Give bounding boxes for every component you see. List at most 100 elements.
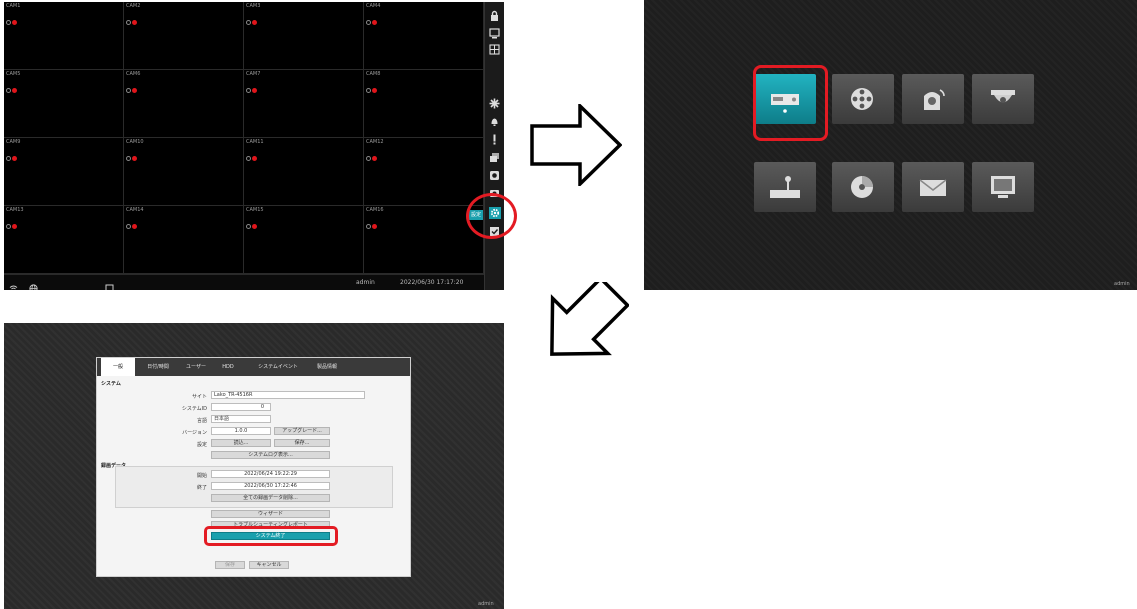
system-id-stepper[interactable]: 0 xyxy=(211,403,271,411)
camera-tile[interactable]: CAM13 xyxy=(4,206,124,274)
menu-network[interactable] xyxy=(902,162,964,212)
language-select[interactable]: 日本語 xyxy=(211,415,271,423)
tab-user[interactable]: ユーザー xyxy=(179,358,213,376)
network-icon xyxy=(919,179,947,196)
camera-status xyxy=(6,10,18,29)
bell-icon[interactable] xyxy=(489,116,500,127)
camera-label: CAM7 xyxy=(246,71,261,77)
camera-tile[interactable]: CAM5 xyxy=(4,70,124,138)
camera-label: CAM16 xyxy=(366,207,384,213)
alert-icon[interactable] xyxy=(489,134,500,145)
camera-tile[interactable]: CAM14 xyxy=(124,206,244,274)
wifi-icon xyxy=(9,278,18,290)
settings-user: admin xyxy=(478,601,494,607)
tab-general[interactable]: 一般 xyxy=(101,358,135,376)
cancel-button[interactable]: キャンセル xyxy=(249,561,289,569)
camera-group-icon[interactable] xyxy=(489,152,500,163)
recording-icon xyxy=(132,88,137,93)
schedule-icon xyxy=(126,224,131,229)
ptz-camera-icon xyxy=(924,89,945,110)
shutdown-highlight-box xyxy=(204,526,338,546)
camera-label: CAM2 xyxy=(126,3,141,9)
camera-status xyxy=(126,10,138,29)
camera-label: CAM4 xyxy=(366,3,381,9)
keyboard-controller-icon xyxy=(770,176,800,198)
camera-tile[interactable]: CAM8 xyxy=(364,70,484,138)
tab-system-event[interactable]: システムイベント xyxy=(247,358,309,376)
camera-status xyxy=(6,146,18,165)
menu-device[interactable] xyxy=(754,162,816,212)
site-field[interactable]: Lako_TR-4516R xyxy=(211,391,365,399)
recording-icon xyxy=(252,224,257,229)
record-icon[interactable] xyxy=(489,170,500,181)
globe-icon xyxy=(29,278,38,290)
camera-tile[interactable]: CAM10 xyxy=(124,138,244,206)
start-value: 2022/06/24 19:22:29 xyxy=(211,470,330,478)
end-label: 終了 xyxy=(196,485,207,491)
section-system-title: システム xyxy=(101,381,121,387)
camera-tile[interactable]: CAM1 xyxy=(4,2,124,70)
upgrade-button[interactable]: アップグレード... xyxy=(274,427,330,435)
camera-status xyxy=(126,146,138,165)
menu-ptz[interactable] xyxy=(902,74,964,124)
system-id-label: システムID xyxy=(181,406,207,412)
camera-label: CAM1 xyxy=(6,3,21,9)
camera-label: CAM14 xyxy=(126,207,144,213)
settings-screen: 一般 日付/時間 ユーザー HDD システムイベント 製品情報 システム サイト… xyxy=(4,323,504,609)
system-log-button[interactable]: システムログ表示... xyxy=(211,451,330,459)
lock-icon[interactable] xyxy=(489,10,500,21)
camera-tile[interactable]: CAM11 xyxy=(244,138,364,206)
menu-storage[interactable] xyxy=(832,162,894,212)
schedule-icon xyxy=(246,156,251,161)
camera-label: CAM15 xyxy=(246,207,264,213)
version-value: 1.0.0 xyxy=(211,427,271,435)
recording-icon xyxy=(132,156,137,161)
current-user: admin xyxy=(356,279,375,286)
camera-tile[interactable]: CAM3 xyxy=(244,2,364,70)
camera-status xyxy=(366,78,378,97)
camera-status xyxy=(246,214,258,233)
menu-camera[interactable] xyxy=(972,74,1034,124)
recording-icon xyxy=(12,20,17,25)
load-button[interactable]: 読込... xyxy=(211,439,271,447)
camera-status xyxy=(246,78,258,97)
live-view-screen: CAM1 CAM2 CAM3 CAM4 CAM5 CAM6 CAM7 CAM8 CAM9 CAM1… xyxy=(4,2,504,290)
camera-tile[interactable]: CAM9 xyxy=(4,138,124,206)
camera-label: CAM8 xyxy=(366,71,381,77)
schedule-icon xyxy=(366,20,371,25)
camera-tile[interactable]: CAM12 xyxy=(364,138,484,206)
monitor-icon[interactable] xyxy=(489,28,500,39)
tab-product-info[interactable]: 製品情報 xyxy=(307,358,347,376)
tab-hdd[interactable]: HDD xyxy=(213,358,243,376)
recording-icon xyxy=(252,156,257,161)
camera-tile[interactable]: CAM4 xyxy=(364,2,484,70)
menu-recording[interactable] xyxy=(832,74,894,124)
recording-icon xyxy=(252,88,257,93)
camera-label: CAM6 xyxy=(126,71,141,77)
camera-label: CAM10 xyxy=(126,139,144,145)
camera-tile[interactable]: CAM15 xyxy=(244,206,364,274)
menu-display[interactable] xyxy=(972,162,1034,212)
camera-label: CAM3 xyxy=(246,3,261,9)
fan-icon[interactable] xyxy=(489,98,500,109)
camera-tile[interactable]: CAM2 xyxy=(124,2,244,70)
camera-status xyxy=(126,78,138,97)
camera-label: CAM12 xyxy=(366,139,384,145)
camera-label: CAM13 xyxy=(6,207,24,213)
camera-tile[interactable]: CAM7 xyxy=(244,70,364,138)
wizard-button[interactable]: ウィザード xyxy=(211,510,330,518)
arrow-right xyxy=(530,101,623,190)
recording-icon xyxy=(372,20,377,25)
delete-all-button[interactable]: 全ての録画データ削除... xyxy=(211,494,330,502)
schedule-icon xyxy=(366,88,371,93)
start-label: 開始 xyxy=(196,473,207,479)
schedule-icon xyxy=(126,20,131,25)
layout-icon[interactable] xyxy=(489,44,500,55)
camera-tile[interactable]: CAM6 xyxy=(124,70,244,138)
camera-label: CAM9 xyxy=(6,139,21,145)
tab-datetime[interactable]: 日付/時間 xyxy=(137,358,179,376)
ok-button[interactable]: 保存 xyxy=(215,561,245,569)
status-bar: admin 2022/06/30 17:17:20 xyxy=(4,274,484,290)
recording-icon xyxy=(252,20,257,25)
save-settings-button[interactable]: 保存... xyxy=(274,439,330,447)
